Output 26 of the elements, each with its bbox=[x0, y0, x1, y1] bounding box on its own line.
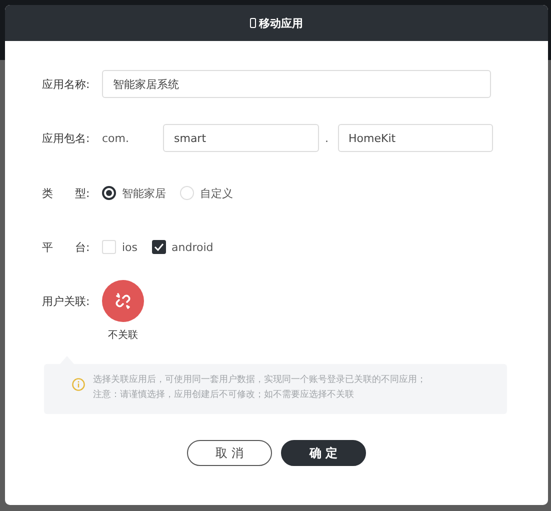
confirm-button[interactable]: 确 定 bbox=[281, 440, 366, 466]
field-label: 应用包名: bbox=[42, 130, 91, 146]
broken-link-icon bbox=[113, 291, 133, 311]
notice-text: 注意：请谨慎选择，应用创建后不可修改；如不需要应选择不关联 bbox=[93, 389, 355, 402]
package-field[interactable]: HomeKit bbox=[338, 124, 492, 152]
package-prefix: com. bbox=[102, 132, 130, 144]
info-icon bbox=[72, 378, 85, 391]
radio-label: 智能家居 bbox=[122, 186, 166, 200]
app-name-field[interactable]: 智能家居系统 bbox=[102, 70, 491, 98]
radio-label: 自定义 bbox=[200, 186, 233, 200]
field-label: 类 型: bbox=[42, 186, 91, 200]
field-label: 用户关联: bbox=[42, 294, 91, 309]
radio-button[interactable] bbox=[102, 186, 116, 200]
unlink-label: 不关联 bbox=[108, 328, 138, 342]
unlink-button[interactable] bbox=[102, 280, 144, 322]
checkbox-label: android bbox=[172, 240, 214, 254]
dialog-title: 移动应用 bbox=[259, 16, 303, 30]
package-field[interactable]: smart bbox=[163, 124, 319, 152]
cancel-button[interactable]: 取 消 bbox=[187, 440, 272, 466]
phone-icon bbox=[250, 18, 256, 28]
checkbox[interactable] bbox=[152, 240, 166, 254]
package-separator: . bbox=[325, 132, 328, 144]
checkbox-label: ios bbox=[122, 240, 138, 254]
field-label: 平 台: bbox=[42, 240, 91, 254]
field-label: 应用名称: bbox=[42, 76, 91, 92]
notice-text: 选择关联应用后，可使用同一套用户数据，实现同一个账号登录已关联的不同应用； bbox=[93, 374, 426, 387]
